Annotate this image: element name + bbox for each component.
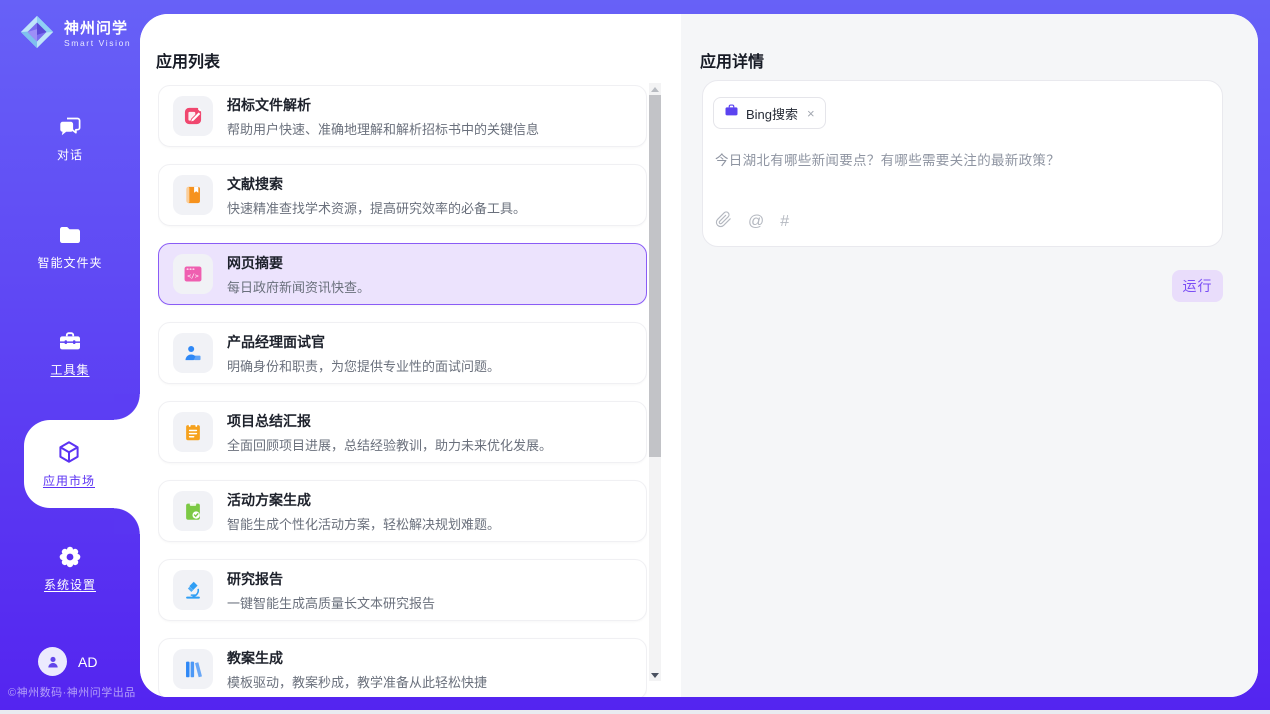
query-toolbar: @ #: [715, 211, 789, 233]
bottom-strip: [0, 710, 1270, 714]
notepad-icon: [173, 412, 213, 452]
mention-icon[interactable]: @: [748, 213, 764, 231]
app-description: 全面回顾项目进展，总结经验教训，助力未来优化发展。: [227, 435, 552, 454]
sidebar-item-label: 智能文件夹: [37, 254, 102, 271]
app-list-item[interactable]: 文献搜索 快速精准查找学术资源，提高研究效率的必备工具。: [158, 164, 647, 226]
document-edit-icon: [173, 96, 213, 136]
app-list-panel: 应用列表 招标文件解析 帮助用户快速、准确地理解和解析招标书中的关键信息 文献搜…: [140, 14, 681, 697]
copyright-text: ©神州数码·神州问学出品: [8, 684, 136, 700]
tool-tag-bing[interactable]: Bing搜索 ×: [713, 97, 826, 129]
app-list-item[interactable]: 研究报告 一键智能生成高质量长文本研究报告: [158, 559, 647, 621]
scroll-down-icon[interactable]: [649, 669, 661, 681]
query-input[interactable]: 今日湖北有哪些新闻要点？有哪些需要关注的最新政策？: [715, 149, 1208, 169]
user-account[interactable]: AD: [38, 647, 97, 676]
app-list-item[interactable]: </> 网页摘要 每日政府新闻资讯快查。: [158, 243, 647, 305]
app-title: 活动方案生成: [227, 490, 500, 510]
app-title: 教案生成: [227, 648, 487, 668]
app-detail-panel: 应用详情 Bing搜索 × 今日湖北有哪些新闻要点？有哪些需要关注的最新政策？: [681, 14, 1258, 697]
scrollbar[interactable]: [649, 83, 661, 681]
app-title: 研究报告: [227, 569, 435, 589]
app-list-title: 应用列表: [156, 48, 220, 72]
query-card: Bing搜索 × 今日湖北有哪些新闻要点？有哪些需要关注的最新政策？ @ #: [702, 80, 1223, 247]
app-list-item[interactable]: 招标文件解析 帮助用户快速、准确地理解和解析招标书中的关键信息: [158, 85, 647, 147]
scrollbar-thumb[interactable]: [649, 95, 661, 457]
app-description: 帮助用户快速、准确地理解和解析招标书中的关键信息: [227, 119, 539, 138]
sidebar-item-label: 系统设置: [44, 576, 96, 593]
app-description: 一键智能生成高质量长文本研究报告: [227, 593, 435, 612]
app-description: 快速精准查找学术资源，提高研究效率的必备工具。: [227, 198, 526, 217]
sidebar-nav: 对话 智能文件夹 工具集: [0, 0, 140, 714]
briefcase-icon: [724, 103, 739, 123]
svg-text:</>: </>: [187, 272, 199, 280]
sidebar: 神州问学 Smart Vision 对话 智能文件夹: [0, 0, 140, 714]
sidebar-item-toolset[interactable]: 工具集: [0, 323, 140, 383]
sidebar-item-label: 应用市场: [43, 472, 95, 489]
sidebar-item-label: 工具集: [50, 361, 89, 378]
sidebar-item-chat[interactable]: 对话: [0, 108, 140, 168]
toolbox-icon: [56, 328, 84, 356]
app-title: 网页摘要: [227, 253, 370, 273]
content-area: 应用列表 招标文件解析 帮助用户快速、准确地理解和解析招标书中的关键信息 文献搜…: [140, 14, 1258, 697]
sidebar-item-smart-folders[interactable]: 智能文件夹: [0, 216, 140, 276]
concave-corner: [114, 394, 140, 420]
app-description: 模板驱动，教案秒成，教学准备从此轻松快捷: [227, 672, 487, 691]
run-button[interactable]: 运行: [1172, 270, 1223, 302]
app-description: 智能生成个性化活动方案，轻松解决规划难题。: [227, 514, 500, 533]
folder-icon: [56, 221, 84, 249]
app-description: 明确身份和职责，为您提供专业性的面试问题。: [227, 356, 500, 375]
app-list: 招标文件解析 帮助用户快速、准确地理解和解析招标书中的关键信息 文献搜索 快速精…: [158, 85, 647, 697]
user-initials: AD: [78, 654, 97, 670]
app-title: 产品经理面试官: [227, 332, 500, 352]
app-description: 每日政府新闻资讯快查。: [227, 277, 370, 296]
tool-tag-label: Bing搜索: [746, 104, 798, 123]
attachment-icon[interactable]: [715, 211, 732, 233]
interviewer-icon: [173, 333, 213, 373]
browser-code-icon: </>: [173, 254, 213, 294]
hash-icon[interactable]: #: [780, 213, 789, 231]
app-list-item[interactable]: 活动方案生成 智能生成个性化活动方案，轻松解决规划难题。: [158, 480, 647, 542]
app-list-item[interactable]: 项目总结汇报 全面回顾项目进展，总结经验教训，助力未来优化发展。: [158, 401, 647, 463]
cube-icon: [55, 439, 83, 467]
concave-corner: [114, 508, 140, 534]
gear-icon: [56, 543, 84, 571]
person-icon: [44, 653, 62, 671]
sidebar-item-label: 对话: [57, 146, 83, 163]
book-icon: [173, 175, 213, 215]
app-title: 项目总结汇报: [227, 411, 552, 431]
app-detail-title: 应用详情: [700, 48, 764, 72]
chat-icon: [56, 113, 84, 141]
app-title: 招标文件解析: [227, 95, 539, 115]
app-title: 文献搜索: [227, 174, 526, 194]
books-icon: [173, 649, 213, 689]
app-list-item[interactable]: 产品经理面试官 明确身份和职责，为您提供专业性的面试问题。: [158, 322, 647, 384]
microscope-icon: [173, 570, 213, 610]
sidebar-item-app-market[interactable]: 应用市场: [24, 420, 140, 508]
app-list-item[interactable]: 教案生成 模板驱动，教案秒成，教学准备从此轻松快捷: [158, 638, 647, 697]
close-icon[interactable]: ×: [807, 106, 815, 121]
avatar: [38, 647, 67, 676]
scroll-up-icon[interactable]: [649, 83, 661, 95]
sidebar-item-settings[interactable]: 系统设置: [0, 538, 140, 598]
clipboard-check-icon: [173, 491, 213, 531]
